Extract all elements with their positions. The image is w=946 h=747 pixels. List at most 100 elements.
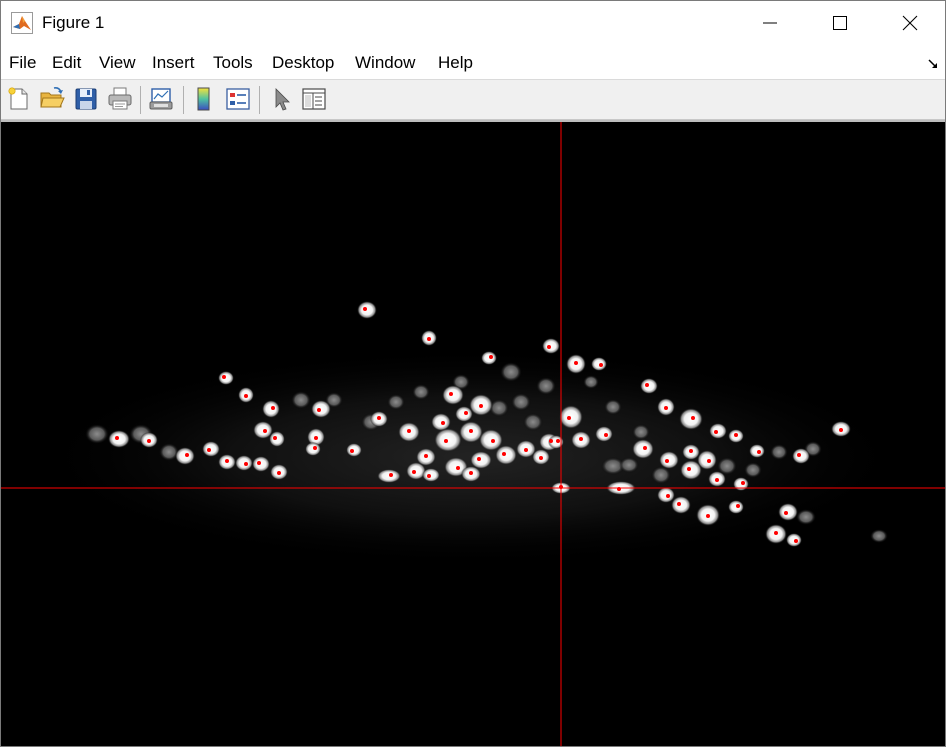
bright-cell: [728, 500, 744, 514]
close-icon: [902, 15, 918, 31]
menu-help[interactable]: Help: [438, 53, 473, 73]
bright-cell: [671, 496, 691, 514]
centroid-marker: [207, 448, 211, 452]
dim-cell: [744, 462, 762, 478]
centroid-marker: [547, 345, 551, 349]
dim-cell: [619, 457, 639, 473]
toolbar-separator: [140, 86, 141, 114]
centroid-marker: [469, 471, 473, 475]
centroid-marker: [706, 514, 710, 518]
centroid-marker: [377, 416, 381, 420]
centroid-marker: [225, 459, 229, 463]
centroid-marker: [689, 449, 693, 453]
centroid-marker: [664, 406, 668, 410]
figure-canvas[interactable]: [1, 120, 945, 746]
insert-colorbar-icon[interactable]: [191, 86, 217, 112]
dim-cell: [291, 391, 311, 409]
centroid-marker: [784, 511, 788, 515]
centroid-marker: [412, 470, 416, 474]
bright-cell: [733, 477, 749, 491]
menu-window[interactable]: Window: [355, 53, 415, 73]
bright-cell: [679, 408, 703, 430]
toolbar-separator: [259, 86, 260, 114]
centroid-marker: [774, 531, 778, 535]
property-inspector-icon[interactable]: [301, 86, 327, 112]
dim-cell: [632, 424, 650, 440]
centroid-marker: [244, 462, 248, 466]
bright-cell: [542, 338, 560, 354]
centroid-marker: [257, 461, 261, 465]
bright-cell: [218, 371, 234, 385]
open-file-icon[interactable]: [39, 86, 65, 112]
bright-cell: [269, 431, 285, 447]
dim-cell: [796, 509, 816, 525]
menu-file[interactable]: File: [9, 53, 36, 73]
centroid-marker: [567, 416, 571, 420]
centroid-marker: [691, 416, 695, 420]
bright-cell: [262, 400, 280, 418]
centroid-marker: [271, 406, 275, 410]
toolbar-separator: [183, 86, 184, 114]
centroid-marker: [363, 307, 367, 311]
maximize-button[interactable]: [805, 1, 875, 45]
bright-cell: [442, 385, 464, 405]
bright-cell: [305, 442, 321, 456]
centroid-marker: [665, 459, 669, 463]
centroid-marker: [677, 502, 681, 506]
dim-cell: [412, 384, 430, 400]
centroid-marker: [441, 421, 445, 425]
dim-cell: [500, 362, 522, 382]
title-bar: Figure 1: [1, 1, 945, 45]
bright-cell: [357, 301, 377, 319]
centroid-marker: [741, 481, 745, 485]
centroid-marker: [489, 355, 493, 359]
minimize-button[interactable]: [735, 1, 805, 45]
menu-tools[interactable]: Tools: [213, 53, 253, 73]
insert-legend-icon[interactable]: [225, 86, 251, 112]
centroid-marker: [456, 466, 460, 470]
bright-cell: [311, 400, 331, 418]
save-icon[interactable]: [73, 86, 99, 112]
bright-cell: [559, 405, 583, 429]
centroid-marker: [599, 363, 603, 367]
centroid-marker: [574, 361, 578, 365]
matlab-logo-icon: [11, 12, 33, 34]
centroid-marker: [147, 439, 151, 443]
figure-toolbar: [1, 80, 945, 120]
dock-arrow-icon[interactable]: [927, 57, 939, 69]
bright-cell: [640, 378, 658, 394]
window-title: Figure 1: [42, 13, 105, 32]
centroid-marker: [244, 394, 248, 398]
centroid-marker: [469, 429, 473, 433]
image-axes[interactable]: [1, 122, 945, 746]
bright-cell: [749, 444, 765, 458]
dim-cell: [85, 424, 109, 444]
centroid-marker: [502, 452, 506, 456]
centroid-marker: [604, 433, 608, 437]
close-button[interactable]: [875, 1, 945, 45]
menu-edit[interactable]: Edit: [52, 53, 81, 73]
dim-cell: [536, 377, 556, 395]
centroid-marker: [273, 436, 277, 440]
print-icon[interactable]: [107, 86, 133, 112]
menu-view[interactable]: View: [99, 53, 136, 73]
bright-cell: [434, 428, 462, 452]
centroid-marker: [389, 473, 393, 477]
edit-plot-arrow-icon[interactable]: [269, 86, 295, 112]
maximize-icon: [832, 15, 848, 31]
menu-insert[interactable]: Insert: [152, 53, 195, 73]
centroid-marker: [734, 433, 738, 437]
centroid-marker: [449, 392, 453, 396]
link-plot-icon[interactable]: [148, 86, 174, 112]
centroid-marker: [424, 454, 428, 458]
centroid-marker: [556, 439, 560, 443]
centroid-marker: [277, 471, 281, 475]
centroid-marker: [579, 437, 583, 441]
new-figure-icon[interactable]: [6, 86, 32, 112]
bright-cell: [786, 533, 802, 547]
centroid-marker: [645, 383, 649, 387]
bright-cell: [235, 455, 253, 471]
menu-desktop[interactable]: Desktop: [272, 53, 334, 73]
centroid-marker: [464, 411, 468, 415]
centroid-marker: [707, 459, 711, 463]
